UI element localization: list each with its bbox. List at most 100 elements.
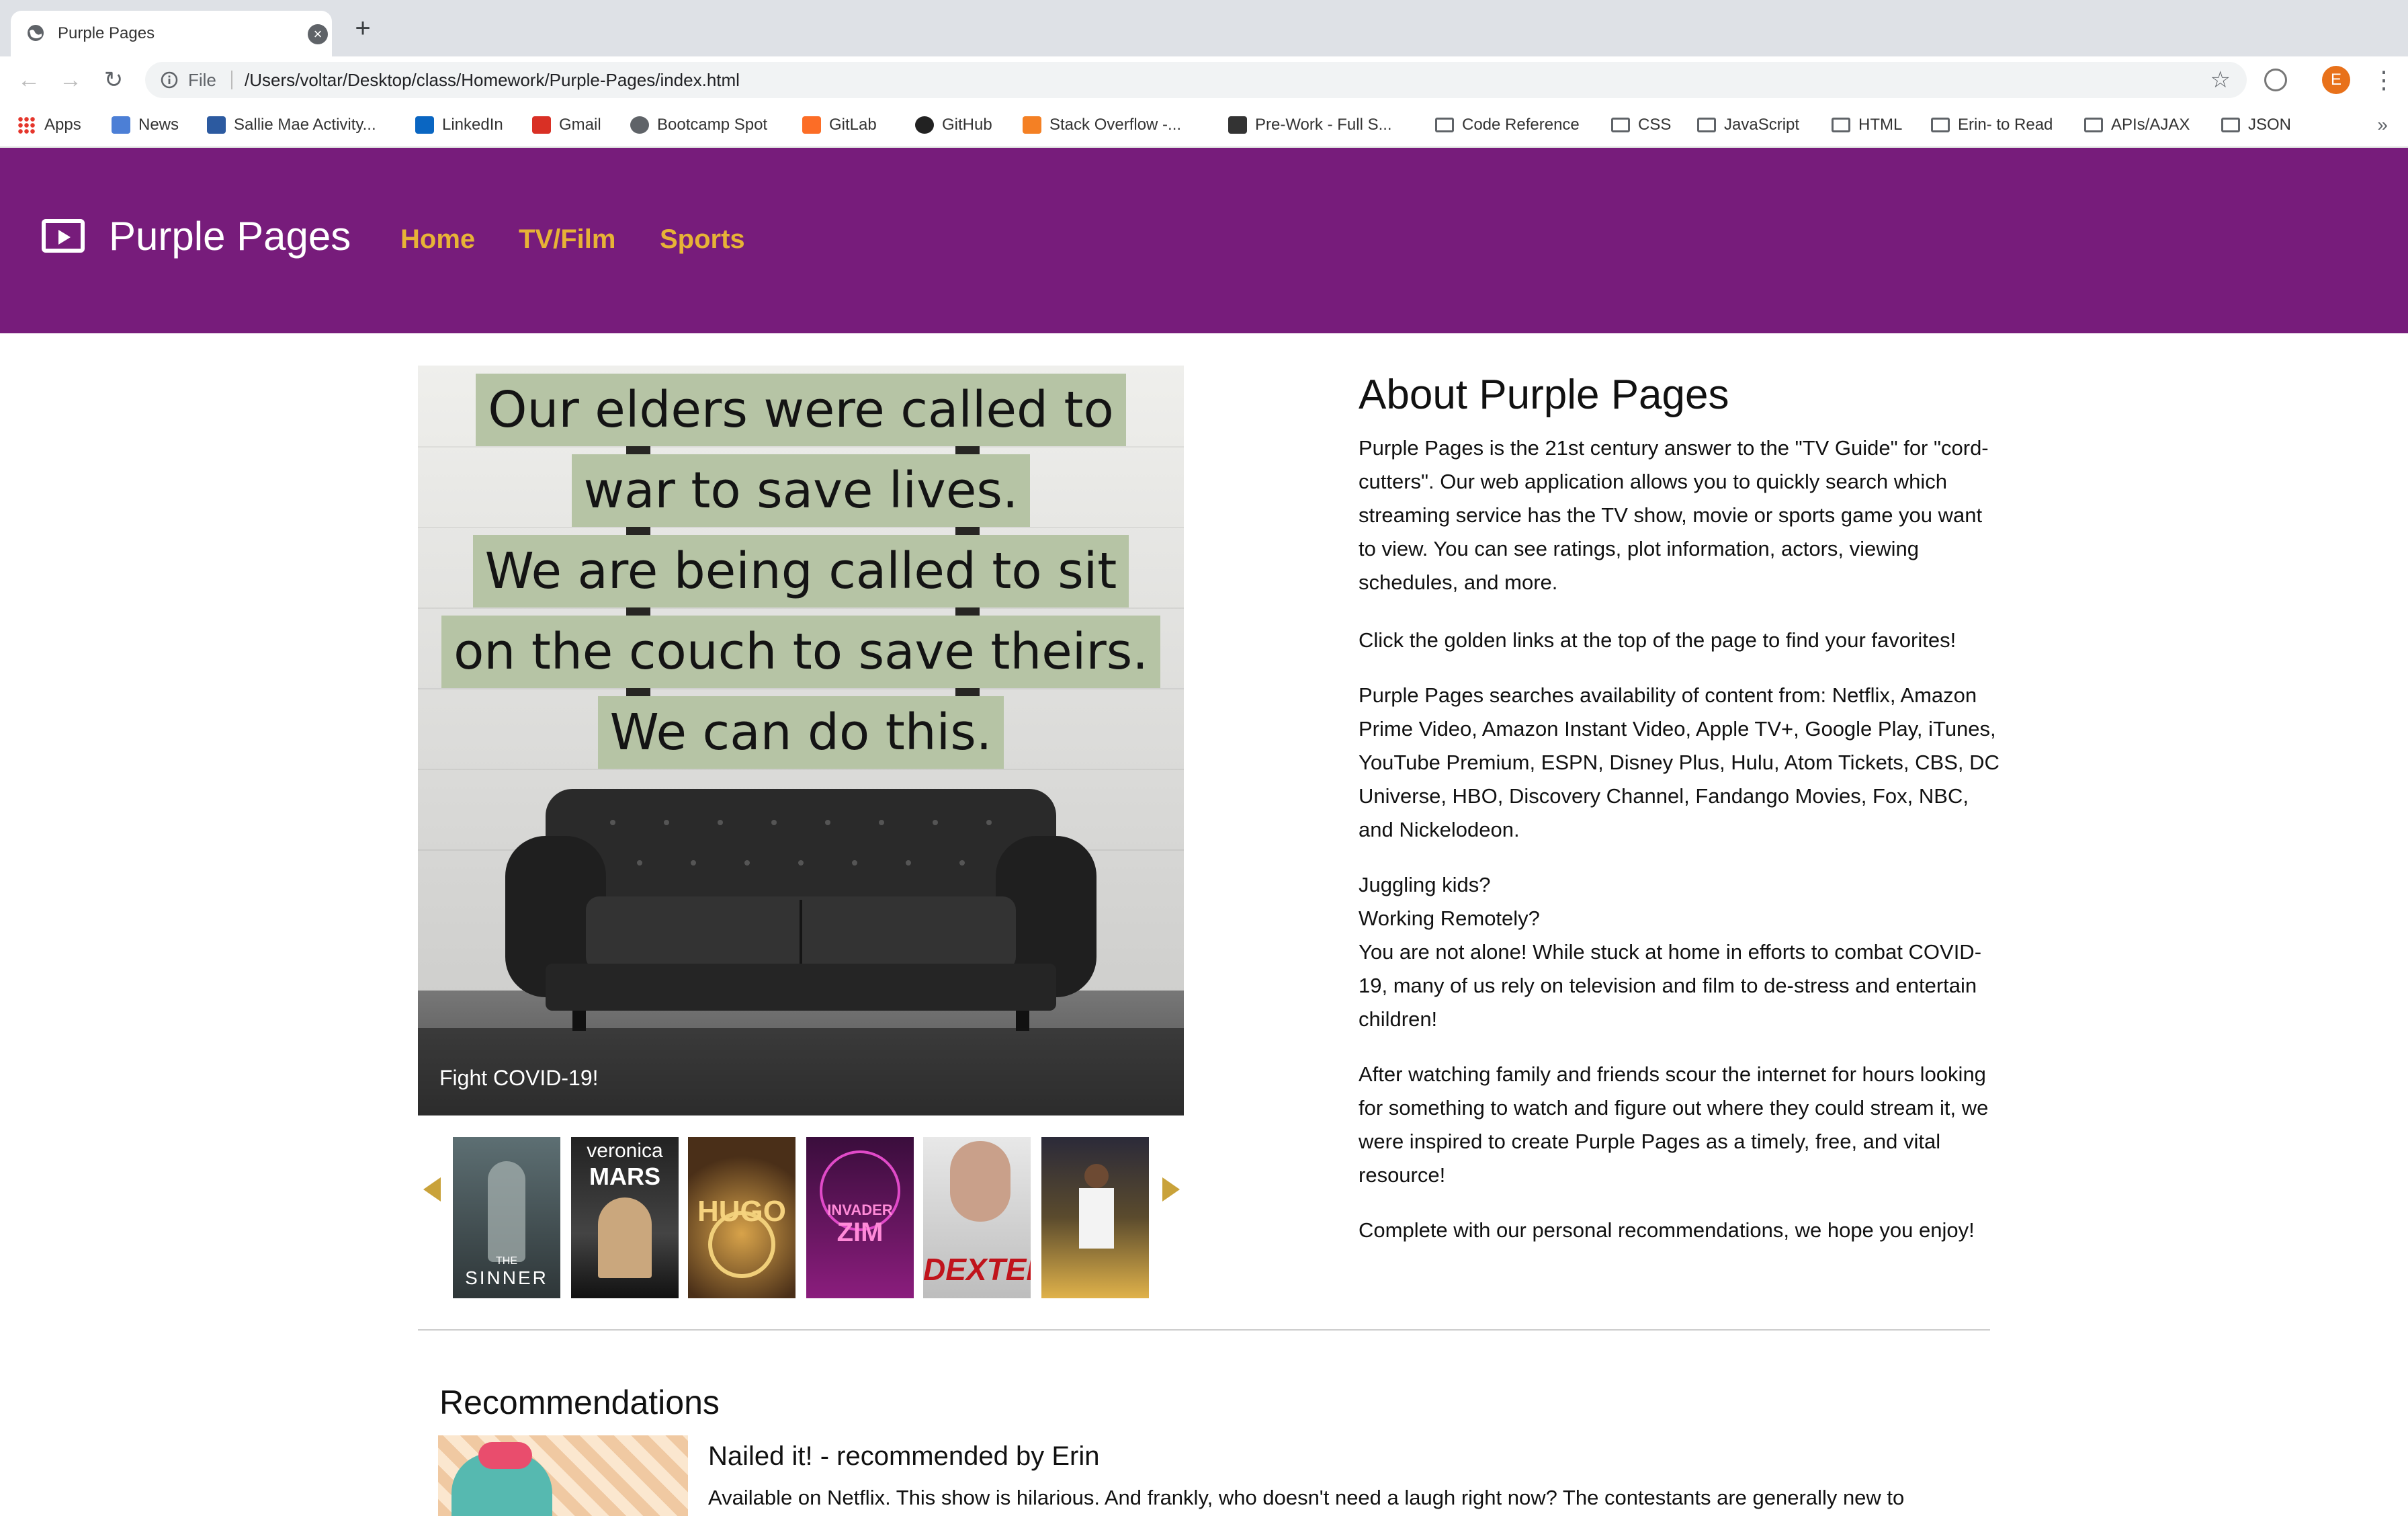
bookmark-label: Erin- to Read [1958, 116, 2053, 134]
folder-icon [2221, 118, 2240, 132]
poster-title: HUGO [697, 1195, 786, 1228]
poster-title: SINNER [465, 1267, 548, 1288]
bookmark-apis-ajax[interactable]: APIs/AJAX [2084, 103, 2190, 146]
carousel-poster-dexter[interactable]: DEXTER [923, 1137, 1031, 1298]
linkedin-icon [415, 116, 434, 134]
hero-quote-line: on the couch to save theirs. [441, 616, 1160, 688]
about-paragraph: Purple Pages is the 21st century answer … [1359, 436, 1989, 594]
url-separator [231, 71, 232, 89]
globe-icon [28, 25, 44, 41]
info-icon[interactable] [160, 71, 179, 89]
close-tab-icon[interactable]: × [308, 24, 328, 44]
bookmark-label: HTML [1858, 116, 1903, 134]
bookmark-erin-to-read[interactable]: Erin- to Read [1931, 103, 2053, 146]
gitlab-icon [802, 116, 821, 134]
bookmark-label: GitHub [942, 116, 992, 134]
bookmark-label: GitLab [829, 116, 877, 134]
poster-title: DEXTER [923, 1252, 1031, 1287]
address-bar[interactable]: File /Users/voltar/Desktop/class/Homewor… [145, 62, 2247, 98]
bookmark-star-icon[interactable]: ☆ [2210, 62, 2231, 98]
carousel-poster-basketball[interactable] [1041, 1137, 1149, 1298]
carousel-poster-the-sinner[interactable]: THE SINNER [453, 1137, 560, 1298]
tv-play-icon[interactable] [42, 219, 85, 253]
poster-title: MARS [589, 1163, 660, 1190]
carousel-next-arrow-icon[interactable] [1162, 1177, 1180, 1202]
bookmark-javascript[interactable]: JavaScript [1697, 103, 1799, 146]
folder-icon [1697, 118, 1716, 132]
poster-subtitle: THE [496, 1255, 517, 1267]
sallie-mae-icon [207, 116, 226, 134]
folder-icon [1611, 118, 1630, 132]
gmail-icon [532, 116, 551, 134]
browser-tab[interactable]: Purple Pages × [11, 11, 332, 56]
profile-avatar[interactable]: E [2322, 66, 2350, 94]
site-navbar: Purple Pages Home TV/Film Sports [0, 148, 2408, 333]
about-paragraph: After watching family and friends scour … [1359, 1062, 1989, 1187]
bookmark-html[interactable]: HTML [1832, 103, 1902, 146]
browser-toolbar: ← → ↻ File /Users/voltar/Desktop/class/H… [0, 56, 2408, 103]
bookmark-label: Stack Overflow -... [1049, 116, 1182, 134]
bookmarks-overflow-icon[interactable]: » [2377, 103, 2388, 146]
bookmark-apps[interactable]: Apps [17, 103, 81, 146]
browser-menu-icon[interactable]: ⋮ [2372, 63, 2396, 97]
carousel-poster-hugo[interactable]: HUGO [688, 1137, 796, 1298]
bookmark-label: CSS [1638, 116, 1672, 134]
about-paragraph: You are not alone! While stuck at home i… [1359, 940, 1982, 1031]
nav-link-home[interactable]: Home [400, 223, 475, 255]
folder-icon [1931, 118, 1950, 132]
bookmark-label: JSON [2248, 116, 2292, 134]
new-tab-button[interactable]: + [349, 15, 376, 42]
url-scheme-label: File [188, 70, 216, 90]
tab-title: Purple Pages [58, 24, 155, 42]
bookmarks-bar: Apps News Sallie Mae Activity... LinkedIn Gm… [0, 103, 2408, 148]
hero-quote-line: Our elders were called to [476, 374, 1126, 446]
bookmark-linkedin[interactable]: LinkedIn [415, 103, 503, 146]
poster-subtitle: INVADER [827, 1202, 893, 1218]
bookmark-code-reference[interactable]: Code Reference [1435, 103, 1580, 146]
hero-caption: Fight COVID-19! [439, 1066, 599, 1090]
extension-icon[interactable] [2264, 69, 2287, 91]
bookmark-sallie-mae-activity[interactable]: Sallie Mae Activity... [207, 103, 376, 146]
bookmark-css[interactable]: CSS [1611, 103, 1671, 146]
forward-arrow-icon[interactable]: → [56, 66, 85, 94]
bookmark-json[interactable]: JSON [2221, 103, 2291, 146]
url-text[interactable]: /Users/voltar/Desktop/class/Homework/Pur… [245, 62, 740, 98]
carousel-poster-invader-zim[interactable]: INVADER ZIM [806, 1137, 914, 1298]
about-title: About Purple Pages [1359, 372, 1729, 418]
poster-subtitle: veronica [587, 1140, 663, 1162]
recommendation-text: Available on Netflix. This show is hilar… [708, 1486, 1905, 1509]
brand-title[interactable]: Purple Pages [109, 210, 351, 263]
about-paragraph: Complete with our personal recommendatio… [1359, 1218, 1975, 1242]
nav-link-sports[interactable]: Sports [660, 223, 745, 255]
bookmark-stack-overflow[interactable]: Stack Overflow -... [1023, 103, 1181, 146]
nav-link-tv-film[interactable]: TV/Film [519, 223, 615, 255]
about-paragraph: Juggling kids? [1359, 873, 1491, 896]
bookmark-gitlab[interactable]: GitLab [802, 103, 877, 146]
carousel-prev-arrow-icon[interactable] [423, 1177, 441, 1202]
folder-icon [2084, 118, 2103, 132]
globe-icon [630, 116, 649, 134]
bookmark-pre-work-full-s[interactable]: Pre-Work - Full S... [1228, 103, 1392, 146]
hero-quote-line: We are being called to sit [472, 535, 1129, 607]
stackoverflow-icon [1023, 116, 1041, 134]
recommendation-thumbnail[interactable] [438, 1435, 688, 1516]
poster-title: ZIM [836, 1218, 884, 1247]
bookmark-gmail[interactable]: Gmail [532, 103, 601, 146]
bookmark-news[interactable]: News [112, 103, 179, 146]
section-divider [418, 1329, 1990, 1331]
bookmark-bootcamp-spot[interactable]: Bootcamp Spot [630, 103, 767, 146]
carousel-poster-veronica-mars[interactable]: veronica MARS [571, 1137, 679, 1298]
bookmark-label: Apps [44, 116, 81, 134]
folder-icon [1832, 118, 1850, 132]
bookmark-label: Bootcamp Spot [657, 116, 768, 134]
recommendations-title: Recommendations [439, 1384, 720, 1421]
bookmark-label: APIs/AJAX [2111, 116, 2190, 134]
back-arrow-icon[interactable]: ← [15, 66, 43, 94]
bookmark-label: News [138, 116, 179, 134]
hero-quote-line: We can do this. [597, 696, 1004, 769]
reload-icon[interactable]: ↻ [99, 66, 128, 94]
bookmark-label: Sallie Mae Activity... [234, 116, 376, 134]
bookmark-label: Gmail [559, 116, 601, 134]
bookmark-github[interactable]: GitHub [915, 103, 992, 146]
recommendation-title: Nailed it! - recommended by Erin [708, 1441, 1100, 1471]
